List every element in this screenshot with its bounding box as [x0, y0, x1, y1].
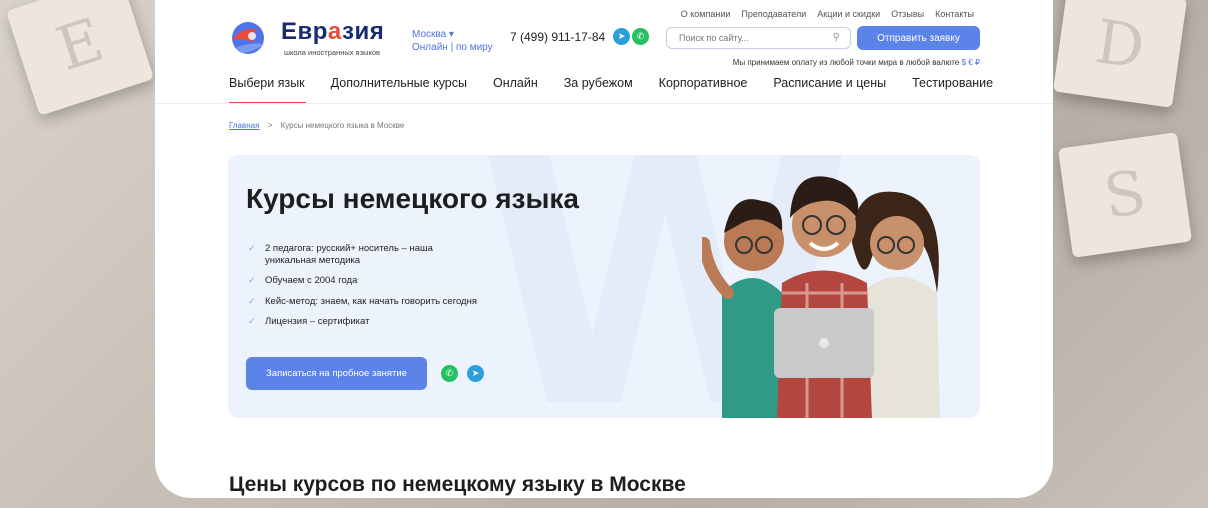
nav-testing[interactable]: Тестирование	[912, 76, 993, 90]
top-link-contacts[interactable]: Контакты	[935, 9, 974, 19]
nav-divider	[155, 103, 1053, 104]
main-nav: Выбери язык Дополнительные курсы Онлайн …	[229, 76, 993, 104]
telegram-icon[interactable]: ➤	[613, 28, 630, 45]
breadcrumb-home[interactable]: Главная	[229, 121, 259, 130]
city-label[interactable]: Москва ▾	[412, 28, 493, 41]
whatsapp-icon[interactable]: ✆	[632, 28, 649, 45]
online-label[interactable]: Онлайн | по миру	[412, 41, 493, 54]
payment-note: Мы принимаем оплату из любой точки мира …	[732, 58, 980, 67]
nav-schedule-prices[interactable]: Расписание и цены	[773, 76, 886, 90]
students-illustration	[702, 176, 940, 418]
search-icon[interactable]: ⚲	[833, 32, 840, 43]
breadcrumb-current: Курсы немецкого языка в Москве	[280, 121, 405, 130]
feature-item: Обучаем с 2004 года	[248, 275, 478, 287]
phone-number[interactable]: 7 (499) 911-17-84	[510, 30, 605, 44]
prices-section-title: Цены курсов по немецкому языку в Москве	[229, 473, 686, 496]
logo-icon[interactable]	[228, 20, 268, 56]
scrabble-tile-left: E	[5, 0, 155, 116]
telegram-icon[interactable]: ➤	[467, 365, 484, 382]
feature-item: 2 педагога: русский+ носитель – наша уни…	[248, 243, 478, 266]
feature-list: 2 педагога: русский+ носитель – наша уни…	[248, 243, 478, 337]
city-selector[interactable]: Москва ▾ Онлайн | по миру	[412, 28, 493, 54]
nav-additional-courses[interactable]: Дополнительные курсы	[331, 76, 467, 90]
brand-slogan: школа иностранных языков	[284, 48, 380, 57]
nav-online[interactable]: Онлайн	[493, 76, 538, 90]
whatsapp-icon[interactable]: ✆	[441, 365, 458, 382]
send-request-button[interactable]: Отправить заявку	[857, 26, 980, 50]
trial-lesson-button[interactable]: Записаться на пробное занятие	[246, 357, 427, 390]
feature-item: Кейс-метод: знаем, как начать говорить с…	[248, 296, 478, 308]
currency-icons: $ € ₽	[961, 58, 980, 67]
top-link-teachers[interactable]: Преподаватели	[741, 9, 806, 19]
scrabble-tile-right-top: D	[1052, 0, 1188, 108]
top-link-reviews[interactable]: Отзывы	[891, 9, 924, 19]
nav-choose-language[interactable]: Выбери язык	[229, 76, 306, 104]
nav-corporate[interactable]: Корпоративное	[659, 76, 748, 90]
search-input[interactable]: Поиск по сайту... ⚲	[666, 27, 851, 49]
nav-abroad[interactable]: За рубежом	[564, 76, 633, 90]
brand-name[interactable]: Евразия	[281, 18, 384, 46]
hero-banner: W Курсы немецкого языка 2 педагога: русс…	[228, 155, 980, 418]
breadcrumb: Главная > Курсы немецкого языка в Москве	[229, 121, 404, 130]
browser-page: О компании Преподаватели Акции и скидки …	[155, 0, 1053, 498]
top-links: О компании Преподаватели Акции и скидки …	[681, 9, 974, 19]
top-link-promos[interactable]: Акции и скидки	[817, 9, 880, 19]
search-placeholder: Поиск по сайту...	[679, 33, 749, 43]
scrabble-tile-right-bottom: S	[1057, 132, 1193, 258]
page-title: Курсы немецкого языка	[246, 183, 579, 214]
top-link-about[interactable]: О компании	[681, 9, 731, 19]
breadcrumb-separator: >	[267, 121, 273, 130]
feature-item: Лицензия – сертификат	[248, 316, 478, 328]
